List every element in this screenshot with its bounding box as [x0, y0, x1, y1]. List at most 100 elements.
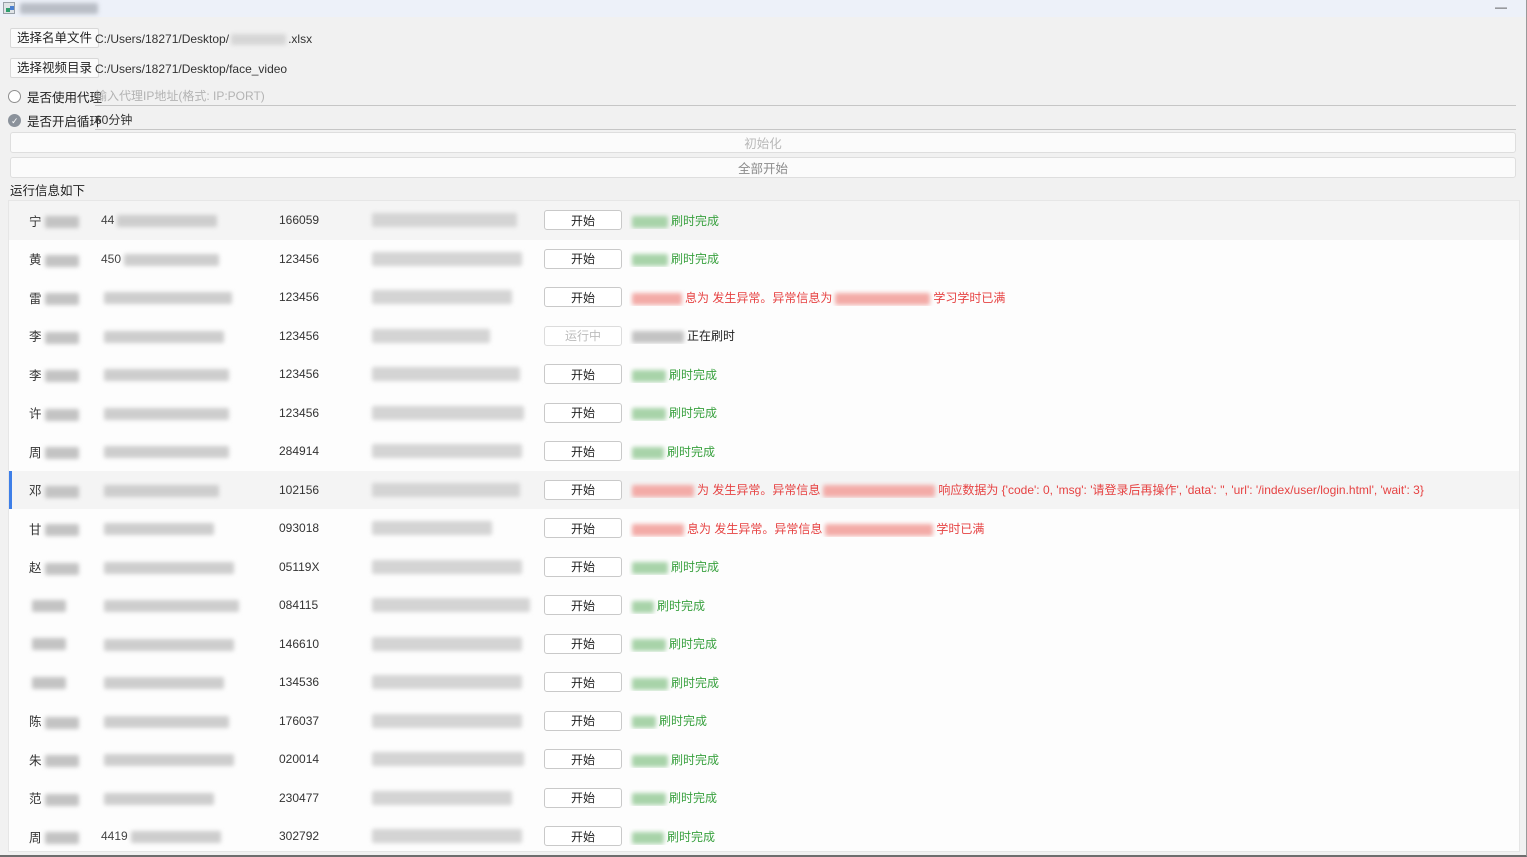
select-video-dir-button[interactable]: 选择视频目录	[10, 58, 99, 78]
redacted-text	[632, 216, 668, 228]
redacted-text	[632, 331, 684, 343]
redacted-text	[131, 831, 221, 843]
window-title-redacted	[20, 3, 98, 14]
redacted-text	[372, 444, 522, 458]
initialize-button[interactable]: 初始化	[10, 132, 1516, 153]
redacted-text	[632, 447, 664, 459]
row-action-cell: 运行中	[544, 326, 629, 346]
student-id	[101, 521, 279, 535]
redacted-text	[372, 752, 524, 766]
student-code: 123456	[279, 406, 369, 420]
start-button[interactable]: 开始	[544, 441, 622, 461]
redacted-text	[632, 485, 694, 497]
student-name: 朱	[29, 750, 101, 769]
redacted-text	[32, 600, 66, 612]
student-name: 黄	[29, 249, 101, 268]
student-id	[101, 290, 279, 304]
redacted-text	[632, 755, 668, 767]
student-id	[101, 714, 279, 728]
student-code: 102156	[279, 483, 369, 497]
use-proxy-label: 是否使用代理	[27, 87, 102, 106]
start-all-button[interactable]: 全部开始	[10, 157, 1516, 178]
use-proxy-row: 是否使用代理	[8, 87, 102, 106]
row-action-cell: 开始	[544, 210, 629, 230]
start-button[interactable]: 开始	[544, 634, 622, 654]
redacted-text	[104, 716, 229, 728]
row-action-cell: 开始	[544, 711, 629, 731]
student-code: 166059	[279, 213, 369, 227]
row-action-cell: 开始	[544, 287, 629, 307]
status-message: 刷时完成	[629, 751, 1519, 768]
start-button[interactable]: 开始	[544, 480, 622, 500]
start-button[interactable]: 开始	[544, 595, 622, 615]
redacted-text	[45, 255, 79, 267]
redacted-text	[632, 293, 682, 305]
redacted-text	[372, 714, 522, 728]
start-button[interactable]: 开始	[544, 518, 622, 538]
student-id	[101, 637, 279, 651]
student-info-redacted	[369, 673, 544, 691]
list-file-path-suffix: .xlsx	[288, 32, 312, 46]
student-info-redacted	[369, 558, 544, 576]
redacted-text	[825, 524, 933, 536]
row-action-cell: 开始	[544, 788, 629, 808]
student-info-redacted	[369, 365, 544, 383]
student-name: 陈	[29, 711, 101, 730]
redacted-text	[104, 331, 224, 343]
student-name: 赵	[29, 557, 101, 576]
minimize-button[interactable]: —	[1489, 3, 1513, 15]
redacted-text	[104, 523, 214, 535]
redacted-text	[632, 254, 668, 266]
app-icon	[3, 2, 15, 14]
loop-label: 是否开启循环	[27, 111, 102, 130]
redacted-text	[104, 639, 234, 651]
select-list-file-button[interactable]: 选择名单文件	[10, 28, 99, 48]
student-name: 雷	[29, 288, 101, 307]
redacted-text	[45, 370, 79, 382]
student-name: 许	[29, 403, 101, 422]
redacted-text	[372, 791, 512, 805]
status-message: 刷时完成	[629, 366, 1519, 383]
start-button[interactable]: 开始	[544, 749, 622, 769]
student-info-redacted	[369, 519, 544, 537]
running-button[interactable]: 运行中	[544, 326, 622, 346]
loop-checkbox[interactable]	[8, 114, 21, 127]
start-button[interactable]: 开始	[544, 403, 622, 423]
loop-minutes-input[interactable]	[95, 110, 1516, 130]
start-button[interactable]: 开始	[544, 557, 622, 577]
run-info-label: 运行信息如下	[10, 180, 85, 199]
status-message: 息为 发生异常。异常信息学时已满	[629, 520, 1519, 537]
student-code: 134536	[279, 675, 369, 689]
student-code: 123456	[279, 329, 369, 343]
status-message: 刷时完成	[629, 635, 1519, 652]
proxy-address-input[interactable]	[95, 86, 1516, 106]
redacted-text	[372, 329, 490, 343]
student-name	[29, 675, 101, 689]
start-button[interactable]: 开始	[544, 711, 622, 731]
use-proxy-checkbox[interactable]	[8, 90, 21, 103]
student-name	[29, 598, 101, 612]
redacted-text	[104, 600, 239, 612]
start-button[interactable]: 开始	[544, 364, 622, 384]
start-button[interactable]: 开始	[544, 826, 622, 846]
redacted-text	[45, 832, 79, 844]
start-button[interactable]: 开始	[544, 210, 622, 230]
start-button[interactable]: 开始	[544, 788, 622, 808]
redacted-text	[372, 290, 512, 304]
start-button[interactable]: 开始	[544, 249, 622, 269]
student-code: 176037	[279, 714, 369, 728]
redacted-text	[45, 794, 79, 806]
start-button[interactable]: 开始	[544, 672, 622, 692]
status-message: 刷时完成	[629, 828, 1519, 845]
redacted-text	[632, 639, 666, 651]
status-message: 刷时完成	[629, 558, 1519, 575]
redacted-text	[632, 793, 666, 805]
table-row: 朱020014开始刷时完成	[9, 740, 1519, 779]
redacted-text	[45, 332, 79, 344]
start-button[interactable]: 开始	[544, 287, 622, 307]
redacted-text	[104, 369, 229, 381]
table-row: 134536开始刷时完成	[9, 663, 1519, 702]
redacted-text	[104, 793, 214, 805]
loop-row: 是否开启循环	[8, 111, 102, 130]
video-dir-path: C:/Users/18271/Desktop/face_video	[95, 62, 287, 76]
